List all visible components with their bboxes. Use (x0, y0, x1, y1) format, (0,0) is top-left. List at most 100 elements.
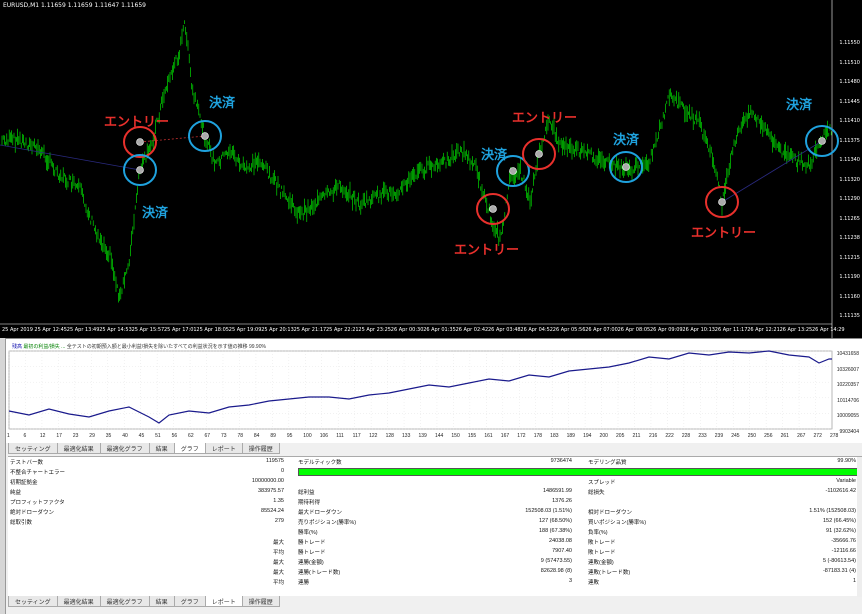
graph-x-tick-label: 89 (270, 433, 276, 439)
graph-x-tick-label: 1 (7, 433, 10, 439)
trade-line (0, 144, 141, 171)
tab-graph[interactable]: グラフ (173, 443, 206, 454)
tab-results[interactable]: 結果 (148, 596, 175, 607)
graph-x-tick-label: 117 (352, 433, 361, 439)
x-tick-label: 26 Apr 00:30 (390, 327, 424, 333)
x-tick-label: 26 Apr 11:17 (714, 327, 748, 333)
y-tick-label: 1.11320 (839, 176, 860, 183)
graph-x-tick-label: 183 (550, 433, 559, 439)
value-consec-losses-count: -87183.31 (4) (822, 568, 856, 574)
graph-x-tick-label: 84 (253, 433, 260, 439)
tab-opt-results[interactable]: 最適化結果 (56, 596, 101, 607)
value-rel-drawdown: 1.51% (152508.03) (809, 508, 856, 514)
graph-x-tick-label: 100 (303, 433, 312, 439)
tab-opt-graph[interactable]: 最適化グラフ (99, 596, 150, 607)
price-chart[interactable]: EURUSD,M1 1.11659 1.11659 1.11647 1.1165… (0, 0, 862, 338)
tab-graph[interactable]: グラフ (173, 596, 206, 607)
graph-x-tick-label: 167 (500, 433, 510, 439)
tester-side-strip[interactable] (0, 338, 6, 456)
graph-x-tick-label: 172 (517, 433, 526, 439)
x-tick-label: 26 Apr 03:48 (488, 327, 521, 333)
label-rel-drawdown: 相対ドローダウン (588, 510, 633, 516)
graph-x-tick-label: 78 (237, 433, 243, 439)
tester-side-strip-bottom[interactable] (0, 456, 6, 614)
exit-label-1: 決済 (142, 206, 169, 221)
value-consec-wins-count: 82628.98 (8) (540, 568, 572, 574)
tab-journal[interactable]: 操作履歴 (241, 596, 280, 607)
graph-x-tick-label: 106 (319, 433, 329, 439)
report-row: 絶対ドローダウン 85524.24 最大ドローダウン 152508.03 (1.… (8, 507, 862, 517)
graph-y-tick-label: 10114706 (837, 397, 859, 404)
tab-report[interactable]: レポート (204, 443, 243, 454)
graph-x-tick-label: 272 (813, 433, 822, 439)
x-tick-label: 25 Apr 20:13 (261, 327, 294, 333)
graph-x-tick-label: 256 (764, 433, 773, 439)
report-row: 平均 連勝 3 連敗 1 (8, 577, 862, 587)
tab-journal[interactable]: 操作履歴 (241, 443, 280, 454)
graph-x-tick-label: 228 (681, 433, 691, 439)
graph-x-tick-label: 29 (89, 433, 95, 439)
report-row: 純益 383975.57 総利益 1486591.99 総損失 -1102616… (8, 487, 862, 497)
graph-x-tick-label: 178 (533, 433, 543, 439)
value-max-drawdown: 152508.03 (1.51%) (525, 508, 572, 514)
x-tick-label: 25 Apr 19:09 (228, 327, 262, 333)
exit-marker-point (622, 163, 630, 171)
graph-x-tick-label: 250 (747, 433, 757, 439)
graph-x-tick-label: 261 (780, 433, 789, 439)
value-avg-loss-trade: -12116.66 (831, 548, 856, 554)
label-loss-rate: 負率(%) (588, 530, 608, 536)
label-win-trade: 勝トレード (298, 540, 326, 546)
graph-x-tick-label: 233 (698, 433, 707, 439)
value-consec-losses: 1 (852, 578, 856, 584)
graph-x-tick-label: 95 (286, 433, 293, 439)
graph-x-tick-label: 155 (467, 433, 477, 439)
value-profit-factor: 1.35 (273, 498, 284, 504)
tab-report[interactable]: レポート (204, 596, 243, 607)
x-tick-label: 25 Apr 15:57 (131, 327, 165, 333)
y-tick-label: 1.11238 (839, 235, 860, 241)
tab-results[interactable]: 結果 (148, 443, 175, 454)
report-row: 総取引数 279 売りポジション(勝率%) 127 (68.50%) 買いポジシ… (8, 517, 862, 527)
graph-x-tick-label: 194 (583, 433, 592, 439)
graph-x-tick-label: 62 (188, 433, 194, 439)
report-scrollbar[interactable] (857, 457, 862, 597)
graph-y-tick-label: 10326007 (836, 366, 859, 373)
x-tick-label: 25 Apr 23:25 (358, 327, 391, 333)
candlestick-plot[interactable] (0, 0, 862, 338)
equity-graph-panel[interactable]: 残高 最初の利益/損失 ... 全テストの初期預入額と最小利益/損失を除いたすべ… (0, 338, 862, 443)
value-short-positions: 127 (68.50%) (538, 518, 572, 524)
value-initial-deposit: 10000000.00 (251, 478, 284, 484)
value-test-bars: 119575 (266, 458, 284, 464)
label-model-quality: モデリング品質 (588, 460, 627, 466)
tab-opt-graph[interactable]: 最適化グラフ (99, 443, 150, 454)
entry-marker-point (136, 138, 144, 146)
x-tick-label: 26 Apr 10:13 (682, 327, 715, 333)
label-consec-losses-count: 連敗(トレード数) (588, 570, 631, 576)
label-short-positions: 売りポジション(勝率%) (298, 520, 357, 526)
y-tick-label: 1.11135 (839, 313, 860, 319)
modeling-quality-bar (298, 468, 860, 476)
label-net-profit: 純益 (10, 490, 22, 496)
value-model-ticks: 9736474 (550, 458, 572, 464)
y-tick-label: 1.11160 (839, 293, 860, 300)
tab-opt-results[interactable]: 最適化結果 (56, 443, 101, 454)
tabbar-top: セッティング 最適化結果 最適化グラフ 結果 グラフ レポート 操作履歴 (8, 443, 280, 454)
value-consec-wins-amount: 9 (57473.55) (540, 558, 572, 564)
value-expected-payoff: 1376.26 (552, 498, 572, 504)
value-abs-drawdown: 85524.24 (261, 508, 284, 514)
tab-settings[interactable]: セッティング (8, 443, 58, 454)
entry-marker-point (718, 198, 726, 206)
label-max: 最大 (272, 560, 284, 566)
tab-settings[interactable]: セッティング (8, 596, 58, 607)
value-consec-wins: 3 (568, 578, 572, 584)
graph-x-tick-label: 150 (451, 433, 460, 439)
graph-x-tick-label: 23 (72, 433, 79, 439)
label-gross-loss: 総損失 (588, 490, 605, 496)
graph-x-tick-label: 35 (105, 433, 112, 439)
label-avg: 平均 (272, 580, 284, 586)
trade-line (721, 140, 823, 203)
exit-label-4: 決済 (613, 133, 640, 148)
y-tick-label: 1.11550 (839, 40, 860, 46)
y-tick-label: 1.11410 (839, 118, 860, 124)
legend-profit: 最初の利益/損失 ... (23, 344, 66, 350)
